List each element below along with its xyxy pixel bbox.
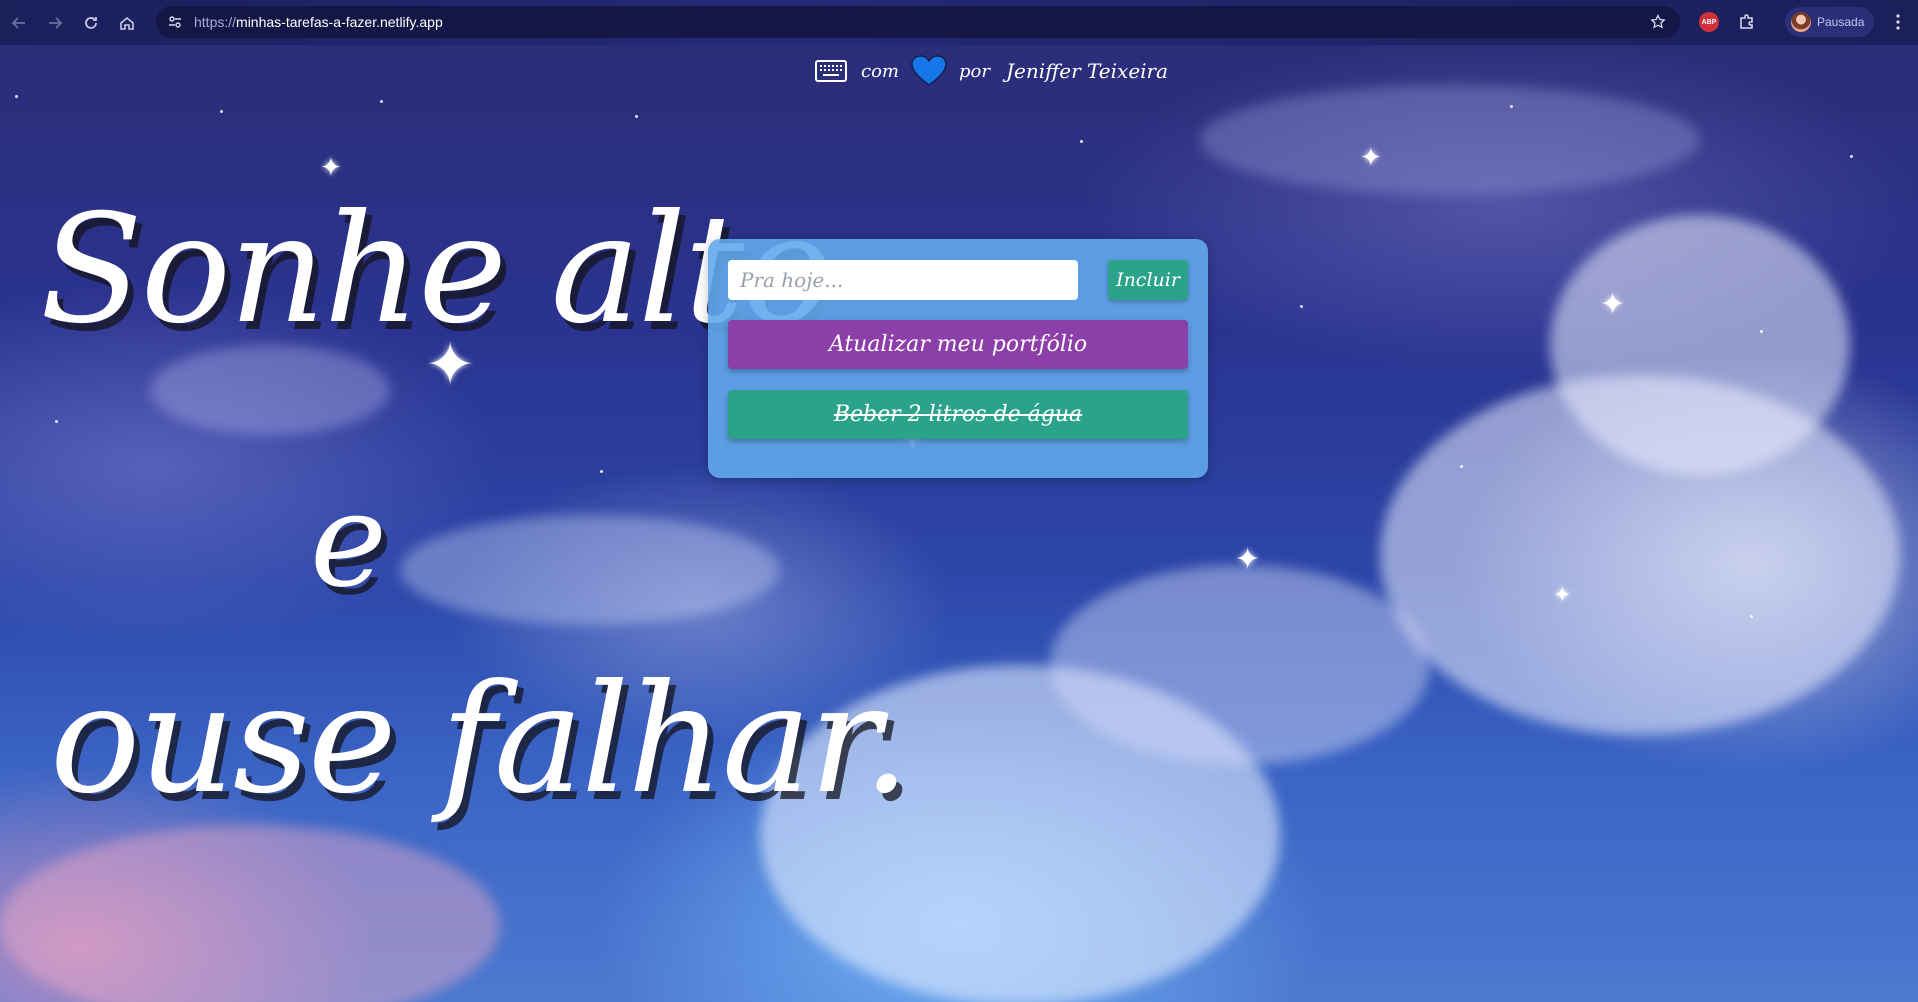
cloud-decoration (1050, 565, 1430, 765)
adblock-plus-icon[interactable]: ABP (1699, 12, 1719, 32)
reload-icon[interactable] (74, 6, 108, 40)
star-dot (1510, 105, 1513, 108)
star-dot (1300, 305, 1303, 308)
home-icon[interactable] (110, 6, 144, 40)
forward-arrow-icon[interactable] (38, 6, 72, 40)
site-info-icon[interactable] (160, 7, 190, 37)
star-dot (1750, 615, 1753, 618)
credits-author: Jeniffer Teixeira (1005, 59, 1169, 83)
credits-by: por (959, 60, 990, 82)
star-decoration: ✦ (320, 153, 342, 183)
cloud-decoration (150, 345, 390, 435)
cloud-decoration (1200, 85, 1700, 195)
star-dot (1080, 140, 1083, 143)
credits-with: com (861, 60, 899, 82)
star-dot (220, 110, 223, 113)
star-dot (600, 470, 603, 473)
new-task-input[interactable] (728, 260, 1078, 300)
cloud-decoration (0, 825, 500, 1002)
star-dot (1460, 465, 1463, 468)
task-item[interactable]: Atualizar meu portfólio (728, 320, 1188, 369)
star-icon[interactable] (1646, 10, 1670, 34)
star-dot (1760, 330, 1763, 333)
url-text[interactable]: https://minhas-tarefas-a-fazer.netlify.a… (194, 14, 443, 30)
puzzle-icon[interactable] (1735, 10, 1759, 34)
star-decoration: ✦ (1360, 143, 1382, 173)
adblock-label: ABP (1701, 18, 1717, 26)
address-bar[interactable]: https://minhas-tarefas-a-fazer.netlify.a… (156, 6, 1680, 38)
star-dot (1850, 155, 1853, 158)
star-decoration: ✦ (1235, 542, 1261, 577)
heart-icon (911, 55, 947, 86)
page-background: ✦ ✦ ✦ ✦ ✦ ✦ ✦ com por Jeniffer Teixeira … (0, 45, 1918, 1002)
back-arrow-icon[interactable] (2, 6, 36, 40)
star-decoration: ✦ (1600, 287, 1626, 322)
star-dot (55, 420, 58, 423)
cloud-decoration (1550, 215, 1850, 475)
credits-line: com por Jeniffer Teixeira (815, 51, 1168, 91)
kebab-menu-icon[interactable] (1886, 10, 1910, 34)
profile-button[interactable]: Pausada (1785, 7, 1875, 37)
task-item-done[interactable]: Beber 2 litros de água (728, 390, 1188, 439)
todo-card: Incluir Atualizar meu portfólio Beber 2 … (708, 239, 1208, 478)
add-task-button[interactable]: Incluir (1108, 260, 1188, 300)
browser-toolbar: https://minhas-tarefas-a-fazer.netlify.a… (0, 0, 1918, 45)
avatar (1791, 12, 1811, 32)
motto-line-2: e (310, 464, 387, 616)
star-decoration: ✦ (1553, 583, 1572, 608)
keyboard-icon (815, 60, 847, 82)
cloud-decoration (400, 515, 780, 625)
profile-status-label: Pausada (1817, 15, 1865, 29)
star-dot (15, 95, 18, 98)
motto-line-3: ouse falhar. (50, 653, 910, 827)
star-dot (635, 115, 638, 118)
star-dot (380, 100, 383, 103)
